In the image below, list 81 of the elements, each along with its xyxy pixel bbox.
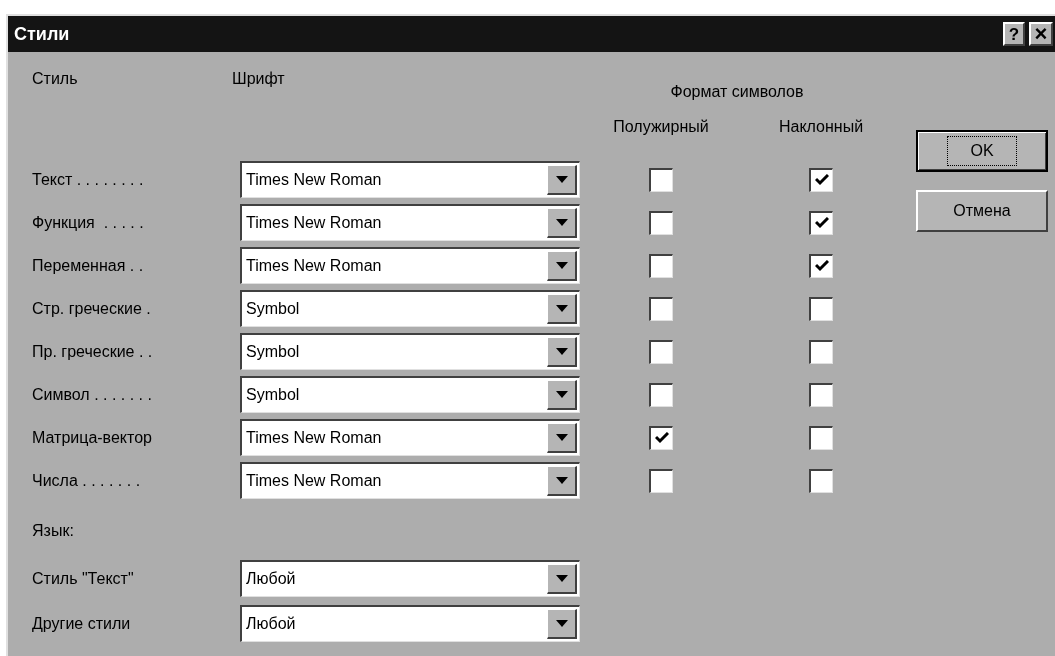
close-button[interactable]: × bbox=[1029, 22, 1053, 46]
help-button[interactable]: ? bbox=[1003, 22, 1025, 46]
dropdown-arrow-button[interactable] bbox=[547, 337, 577, 367]
caret-icon bbox=[555, 575, 568, 582]
style-label: Функция . . . . . bbox=[32, 212, 144, 233]
caret-icon bbox=[555, 176, 568, 183]
dropdown-arrow-button[interactable] bbox=[547, 423, 577, 453]
font-dropdown[interactable]: Symbol bbox=[240, 376, 580, 413]
checkbox[interactable] bbox=[649, 253, 673, 278]
checkbox[interactable] bbox=[649, 167, 673, 192]
checkbox[interactable] bbox=[809, 253, 833, 278]
dropdown-arrow-button[interactable] bbox=[547, 208, 577, 238]
style-label: Стр. греческие . bbox=[32, 298, 151, 319]
style-label: Текст . . . . . . . . bbox=[32, 169, 144, 190]
caret-icon bbox=[555, 219, 568, 226]
column-header: Наклонный bbox=[778, 117, 864, 137]
checkmark-icon bbox=[814, 174, 829, 186]
caret-icon bbox=[555, 348, 568, 355]
caret-icon bbox=[555, 305, 568, 312]
style-label: Матрица-вектор bbox=[32, 427, 152, 448]
style-label: Пр. греческие . . bbox=[32, 341, 153, 362]
section-label: Язык: bbox=[32, 521, 75, 541]
checkbox[interactable] bbox=[809, 339, 833, 364]
dropdown-value: Times New Roman bbox=[246, 428, 382, 448]
style-label: Переменная . . bbox=[32, 255, 144, 276]
window-title: Стили bbox=[14, 22, 70, 46]
ok-button[interactable]: OK bbox=[916, 130, 1048, 172]
checkbox[interactable] bbox=[809, 296, 833, 321]
checkbox[interactable] bbox=[809, 167, 833, 192]
checkbox[interactable] bbox=[649, 468, 673, 493]
field-label: Другие стили bbox=[32, 613, 131, 634]
checkbox[interactable] bbox=[649, 296, 673, 321]
checkbox[interactable] bbox=[809, 425, 833, 450]
column-header: Шрифт bbox=[232, 69, 285, 89]
dropdown-arrow-button[interactable] bbox=[547, 165, 577, 195]
checkbox[interactable] bbox=[809, 468, 833, 493]
font-dropdown[interactable]: Symbol bbox=[240, 333, 580, 370]
dropdown-arrow-button[interactable] bbox=[547, 564, 577, 594]
group-header: Формат символов bbox=[670, 82, 804, 102]
dropdown-value: Symbol bbox=[246, 342, 300, 362]
dropdown-value: Times New Roman bbox=[246, 213, 382, 233]
dropdown-arrow-button[interactable] bbox=[547, 466, 577, 496]
dropdown-arrow-button[interactable] bbox=[547, 294, 577, 324]
checkbox[interactable] bbox=[649, 339, 673, 364]
checkbox[interactable] bbox=[809, 210, 833, 235]
style-label: Символ . . . . . . . bbox=[32, 384, 152, 405]
dropdown-value: Symbol bbox=[246, 299, 300, 319]
dropdown-value: Times New Roman bbox=[246, 256, 382, 276]
dropdown-value: Любой bbox=[246, 614, 296, 634]
dropdown-arrow-button[interactable] bbox=[547, 380, 577, 410]
caret-icon bbox=[555, 434, 568, 441]
language-dropdown[interactable]: Любой bbox=[240, 605, 580, 642]
dropdown-value: Times New Roman bbox=[246, 170, 382, 190]
caret-icon bbox=[555, 262, 568, 269]
column-header: Полужирный bbox=[613, 117, 709, 137]
column-header: Стиль bbox=[32, 69, 78, 89]
dropdown-value: Times New Roman bbox=[246, 471, 382, 491]
font-dropdown[interactable]: Times New Roman bbox=[240, 161, 580, 198]
dropdown-arrow-button[interactable] bbox=[547, 251, 577, 281]
language-dropdown[interactable]: Любой bbox=[240, 560, 580, 597]
font-dropdown[interactable]: Times New Roman bbox=[240, 247, 580, 284]
cancel-button[interactable]: Отмена bbox=[916, 190, 1048, 232]
checkmark-icon bbox=[654, 432, 669, 444]
field-label: Стиль "Текст" bbox=[32, 568, 134, 589]
dropdown-value: Любой bbox=[246, 569, 296, 589]
dropdown-arrow-button[interactable] bbox=[547, 609, 577, 639]
checkbox[interactable] bbox=[809, 382, 833, 407]
style-label: Числа . . . . . . . bbox=[32, 470, 141, 491]
checkmark-icon bbox=[814, 217, 829, 229]
checkbox[interactable] bbox=[649, 425, 673, 450]
font-dropdown[interactable]: Times New Roman bbox=[240, 204, 580, 241]
checkbox[interactable] bbox=[649, 382, 673, 407]
font-dropdown[interactable]: Times New Roman bbox=[240, 462, 580, 499]
caret-icon bbox=[555, 620, 568, 627]
checkmark-icon bbox=[814, 260, 829, 272]
checkbox[interactable] bbox=[649, 210, 673, 235]
caret-icon bbox=[555, 391, 568, 398]
font-dropdown[interactable]: Symbol bbox=[240, 290, 580, 327]
dropdown-value: Symbol bbox=[246, 385, 300, 405]
caret-icon bbox=[555, 477, 568, 484]
font-dropdown[interactable]: Times New Roman bbox=[240, 419, 580, 456]
